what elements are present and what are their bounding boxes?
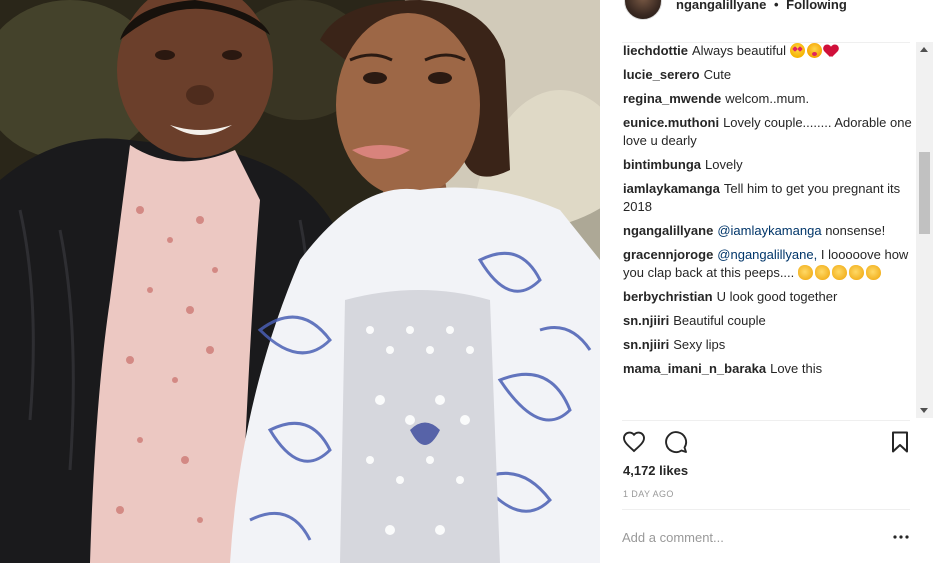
separator-dot: • [773, 0, 779, 12]
comment-username[interactable]: regina_mwende [623, 91, 721, 106]
comment-text: U look good together [716, 289, 838, 304]
comment-item: mama_imani_n_baraka Love this [623, 360, 915, 378]
comment-text: Sexy lips [673, 337, 726, 352]
comment-username[interactable]: iamlaykamanga [623, 181, 720, 196]
comment-username[interactable]: sn.njiiri [623, 337, 669, 352]
post-timestamp[interactable]: 1 DAY AGO [623, 489, 674, 499]
comment-bubble-icon [665, 431, 688, 454]
comment-item: gracennjoroge @ngangalillyane, I looooove… [623, 246, 915, 282]
heart-eyes-emoji-icon [789, 43, 805, 58]
comment-item: berbychristian U look good together [623, 288, 915, 306]
heart-outline-icon [623, 431, 645, 453]
more-options-button[interactable] [892, 528, 910, 546]
comment-username[interactable]: sn.njiiri [623, 313, 669, 328]
follow-status[interactable]: Following [786, 0, 847, 12]
comment-username[interactable]: ngangalillyane [623, 223, 713, 238]
comment-item: sn.njiiri Beautiful couple [623, 312, 915, 330]
comment-username[interactable]: bintimbunga [623, 157, 701, 172]
comment-item: bintimbunga Lovely [623, 156, 915, 174]
comment-box-divider [622, 509, 910, 510]
comments-scrollbar[interactable] [916, 42, 933, 418]
owner-line: ngangalillyane • Following [676, 0, 847, 12]
comment-text: Always beautiful [692, 43, 786, 58]
scroll-down-arrow-icon[interactable] [920, 408, 928, 413]
comment-item: lucie_serero Cute [623, 66, 915, 84]
scrollbar-thumb[interactable] [919, 152, 930, 234]
comment-text: Beautiful couple [673, 313, 766, 328]
comment-mention[interactable]: @iamlaykamanga [717, 223, 821, 238]
comment-item: iamlaykamanga Tell him to get you pregnan… [623, 180, 915, 216]
comment-text: Lovely [705, 157, 743, 172]
comment-text: Love this [770, 361, 823, 376]
add-comment-input[interactable] [622, 526, 882, 548]
clapping-hands-emoji-icon [814, 265, 830, 280]
couple-photo-illustration [0, 0, 600, 563]
clapping-hands-emoji-icon [848, 265, 864, 280]
scroll-up-arrow-icon[interactable] [920, 47, 928, 52]
post-panel: ngangalillyane • Following liechdottie Al… [600, 0, 935, 563]
owner-avatar[interactable] [624, 0, 662, 20]
comment-username[interactable]: lucie_serero [623, 67, 700, 82]
comment-text: welcom..mum. [725, 91, 810, 106]
like-button[interactable] [622, 430, 646, 454]
red-heart-emoji-icon [824, 45, 838, 58]
comment-item: ngangalillyane @iamlaykamanga nonsense! [623, 222, 915, 240]
comment-item: liechdottie Always beautiful [623, 42, 915, 60]
comment-text: nonsense! [825, 223, 886, 238]
comment-item: eunice.muthoni Lovely couple........ Ador… [623, 114, 915, 150]
likes-count[interactable]: 4,172 likes [623, 463, 688, 478]
clapping-hands-emoji-icon [797, 265, 813, 280]
comment-username[interactable]: berbychristian [623, 289, 713, 304]
save-button[interactable] [888, 430, 912, 454]
comment-text: Cute [703, 67, 732, 82]
comments-list[interactable]: liechdottie Always beautiful lucie_serero… [623, 42, 915, 418]
actions-divider [622, 420, 910, 421]
comment-button[interactable] [664, 430, 688, 454]
clapping-hands-emoji-icon [831, 265, 847, 280]
comment-username[interactable]: gracennjoroge [623, 247, 713, 262]
comment-username[interactable]: liechdottie [623, 43, 688, 58]
kiss-emoji-icon [806, 43, 822, 58]
top-divider [622, 42, 910, 43]
comment-mention[interactable]: @ngangalillyane, [717, 247, 817, 262]
bookmark-icon [892, 431, 908, 453]
post-photo[interactable] [0, 0, 600, 563]
comment-item: regina_mwende welcom..mum. [623, 90, 915, 108]
comment-item: sn.njiiri Sexy lips [623, 336, 915, 354]
comment-username[interactable]: mama_imani_n_baraka [623, 361, 766, 376]
clapping-hands-emoji-icon [865, 265, 881, 280]
post-header: ngangalillyane • Following [600, 0, 935, 20]
post-actions [622, 430, 912, 454]
more-options-icon [893, 535, 909, 539]
comment-username[interactable]: eunice.muthoni [623, 115, 719, 130]
owner-username[interactable]: ngangalillyane [676, 0, 766, 12]
